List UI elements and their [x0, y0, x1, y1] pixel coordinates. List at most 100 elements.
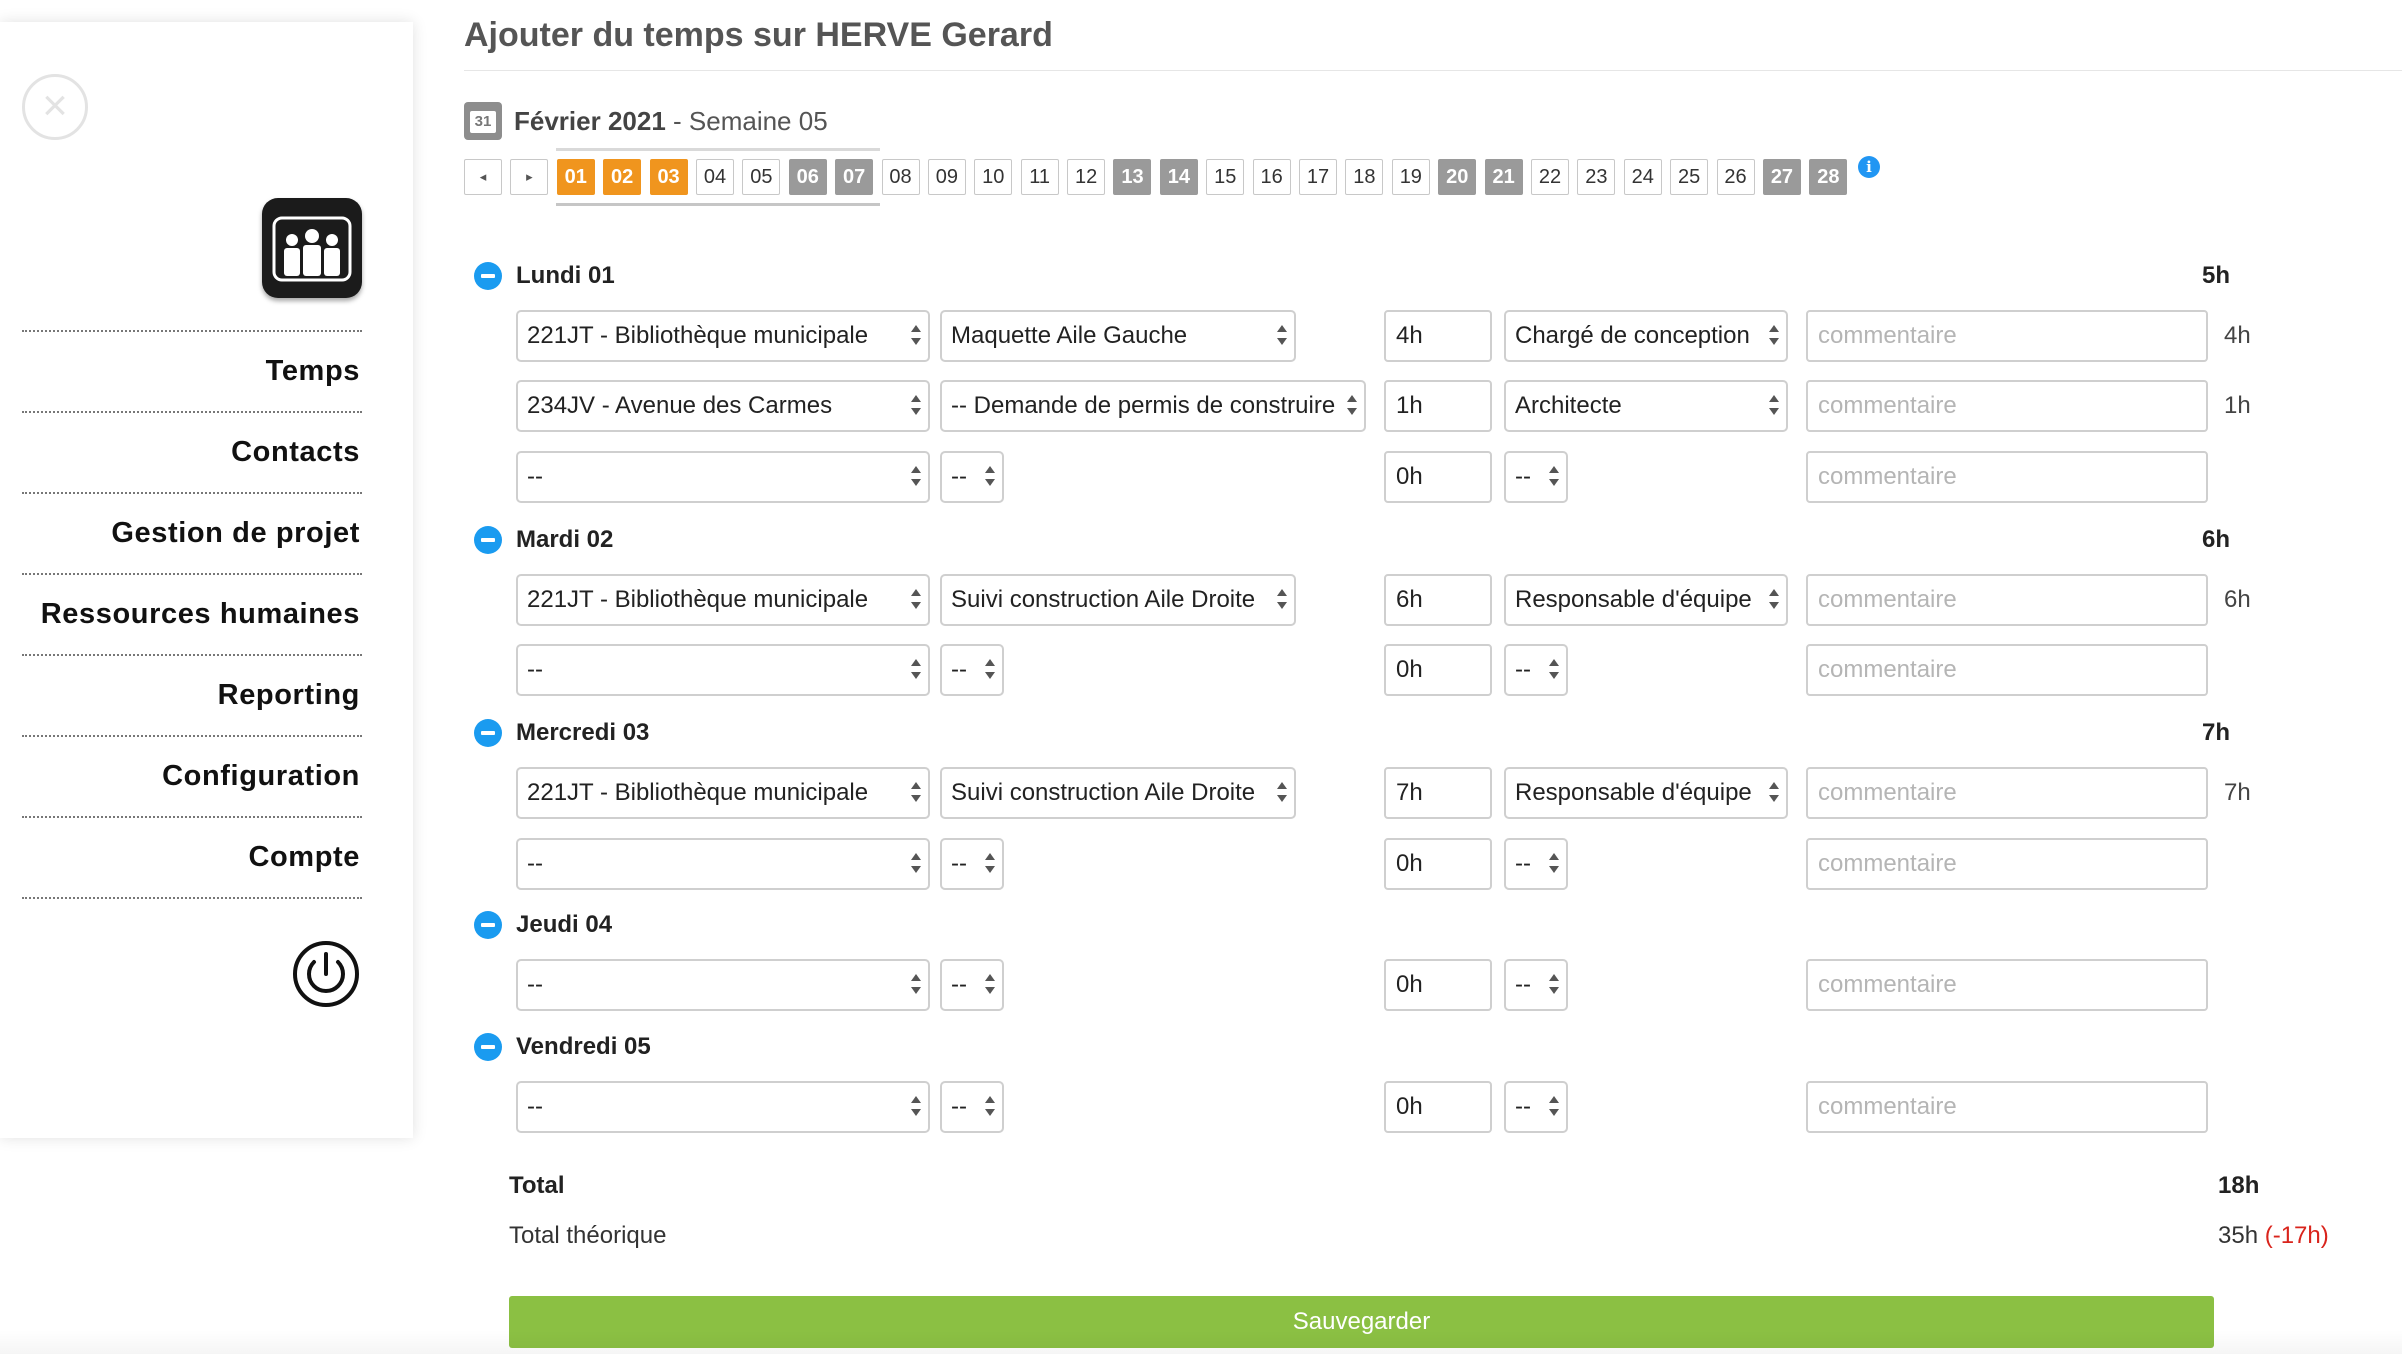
comment-input[interactable]: commentaire	[1806, 574, 2208, 626]
comment-input[interactable]: commentaire	[1806, 310, 2208, 362]
sidebar-item-gestion-de-projet[interactable]: Gestion de projet	[22, 492, 362, 573]
day-button-01[interactable]: 01	[556, 159, 595, 195]
day-button-02[interactable]: 02	[603, 159, 642, 195]
day-button-22[interactable]: 22	[1530, 159, 1569, 195]
day-button-25[interactable]: 25	[1670, 159, 1709, 195]
theoretical-diff: (-17h)	[2264, 1222, 2329, 1249]
task-select[interactable]: Maquette Aile Gauche	[940, 310, 1296, 362]
task-select[interactable]: -- Demande de permis de construire	[940, 380, 1366, 432]
collapse-day-icon[interactable]	[474, 719, 502, 747]
sidebar-item-contacts[interactable]: Contacts	[22, 411, 362, 492]
day-button-08[interactable]: 08	[881, 159, 920, 195]
role-select[interactable]: --	[1504, 644, 1568, 696]
day-button-13[interactable]: 13	[1113, 159, 1152, 195]
day-button-16[interactable]: 16	[1252, 159, 1291, 195]
project-select[interactable]: 234JV - Avenue des Carmes	[516, 380, 930, 432]
hours-input[interactable]: 6h	[1384, 574, 1492, 626]
role-select[interactable]: --	[1504, 959, 1568, 1011]
project-select[interactable]: --	[516, 644, 930, 696]
role-select[interactable]: --	[1504, 838, 1568, 890]
day-button-18[interactable]: 18	[1345, 159, 1384, 195]
close-icon[interactable]: ×	[22, 74, 88, 140]
page-title: Ajouter du temps sur HERVE Gerard	[464, 16, 1053, 54]
comment-input[interactable]: commentaire	[1806, 1081, 2208, 1133]
hours-input[interactable]: 0h	[1384, 1081, 1492, 1133]
calendar-icon[interactable]: 31	[464, 102, 502, 140]
task-select[interactable]: Suivi construction Aile Droite	[940, 767, 1296, 819]
day-button-19[interactable]: 19	[1391, 159, 1430, 195]
role-select[interactable]: Responsable d'équipe	[1504, 574, 1788, 626]
day-button-11[interactable]: 11	[1020, 159, 1059, 195]
day-total: 7h	[2202, 719, 2231, 746]
day-button-12[interactable]: 12	[1067, 159, 1106, 195]
day-button-26[interactable]: 26	[1716, 159, 1755, 195]
sidebar-item-temps[interactable]: Temps	[22, 330, 362, 411]
role-select[interactable]: Responsable d'équipe	[1504, 767, 1788, 819]
hours-input[interactable]: 7h	[1384, 767, 1492, 819]
team-logo-icon[interactable]	[262, 198, 362, 298]
collapse-day-icon[interactable]	[474, 1033, 502, 1061]
hours-input[interactable]: 0h	[1384, 644, 1492, 696]
comment-input[interactable]: commentaire	[1806, 451, 2208, 503]
project-select[interactable]: --	[516, 451, 930, 503]
info-icon[interactable]: i	[1858, 156, 1880, 178]
task-select[interactable]: --	[940, 644, 1004, 696]
role-select[interactable]: Chargé de conception	[1504, 310, 1788, 362]
sidebar-item-ressources-humaines[interactable]: Ressources humaines	[22, 573, 362, 654]
task-select[interactable]: --	[940, 1081, 1004, 1133]
sidebar-item-configuration[interactable]: Configuration	[22, 735, 362, 816]
project-select[interactable]: --	[516, 1081, 930, 1133]
project-select[interactable]: 221JT - Bibliothèque municipale	[516, 767, 930, 819]
sidebar-item-compte[interactable]: Compte	[22, 816, 362, 897]
day-button-17[interactable]: 17	[1299, 159, 1338, 195]
collapse-day-icon[interactable]	[474, 911, 502, 939]
prev-week-button[interactable]: ◂	[464, 159, 502, 195]
comment-input[interactable]: commentaire	[1806, 644, 2208, 696]
day-button-09[interactable]: 09	[927, 159, 966, 195]
hours-input[interactable]: 4h	[1384, 310, 1492, 362]
comment-input[interactable]: commentaire	[1806, 959, 2208, 1011]
role-select[interactable]: Architecte	[1504, 380, 1788, 432]
day-button-28[interactable]: 28	[1809, 159, 1848, 195]
sidebar-item-reporting[interactable]: Reporting	[22, 654, 362, 735]
task-select[interactable]: --	[940, 451, 1004, 503]
task-select[interactable]: Suivi construction Aile Droite	[940, 574, 1296, 626]
task-select-value: --	[951, 1093, 967, 1120]
role-select[interactable]: --	[1504, 451, 1568, 503]
role-select[interactable]: --	[1504, 1081, 1568, 1133]
comment-input[interactable]: commentaire	[1806, 767, 2208, 819]
day-button-07[interactable]: 07	[835, 159, 874, 195]
next-week-button[interactable]: ▸	[510, 159, 549, 195]
day-button-10[interactable]: 10	[974, 159, 1013, 195]
day-button-24[interactable]: 24	[1623, 159, 1662, 195]
day-button-23[interactable]: 23	[1577, 159, 1616, 195]
project-select[interactable]: --	[516, 838, 930, 890]
select-arrows-icon	[984, 974, 996, 996]
hours-input[interactable]: 1h	[1384, 380, 1492, 432]
day-button-14[interactable]: 14	[1159, 159, 1198, 195]
day-button-03[interactable]: 03	[649, 159, 688, 195]
role-select-value: Responsable d'équipe	[1515, 586, 1752, 613]
day-button-20[interactable]: 20	[1438, 159, 1477, 195]
power-icon[interactable]	[292, 940, 360, 1008]
comment-input[interactable]: commentaire	[1806, 380, 2208, 432]
day-button-06[interactable]: 06	[788, 159, 827, 195]
hours-input[interactable]: 0h	[1384, 959, 1492, 1011]
day-button-15[interactable]: 15	[1206, 159, 1245, 195]
hours-input[interactable]: 0h	[1384, 451, 1492, 503]
day-button-04[interactable]: 04	[695, 159, 734, 195]
select-arrows-icon	[1276, 325, 1288, 347]
hours-input[interactable]: 0h	[1384, 838, 1492, 890]
task-select[interactable]: --	[940, 838, 1004, 890]
day-button-21[interactable]: 21	[1484, 159, 1523, 195]
project-select[interactable]: 221JT - Bibliothèque municipale	[516, 310, 930, 362]
select-arrows-icon	[910, 659, 922, 681]
collapse-day-icon[interactable]	[474, 526, 502, 554]
project-select[interactable]: 221JT - Bibliothèque municipale	[516, 574, 930, 626]
day-button-05[interactable]: 05	[742, 159, 781, 195]
collapse-day-icon[interactable]	[474, 262, 502, 290]
day-button-27[interactable]: 27	[1762, 159, 1801, 195]
comment-input[interactable]: commentaire	[1806, 838, 2208, 890]
project-select[interactable]: --	[516, 959, 930, 1011]
task-select[interactable]: --	[940, 959, 1004, 1011]
